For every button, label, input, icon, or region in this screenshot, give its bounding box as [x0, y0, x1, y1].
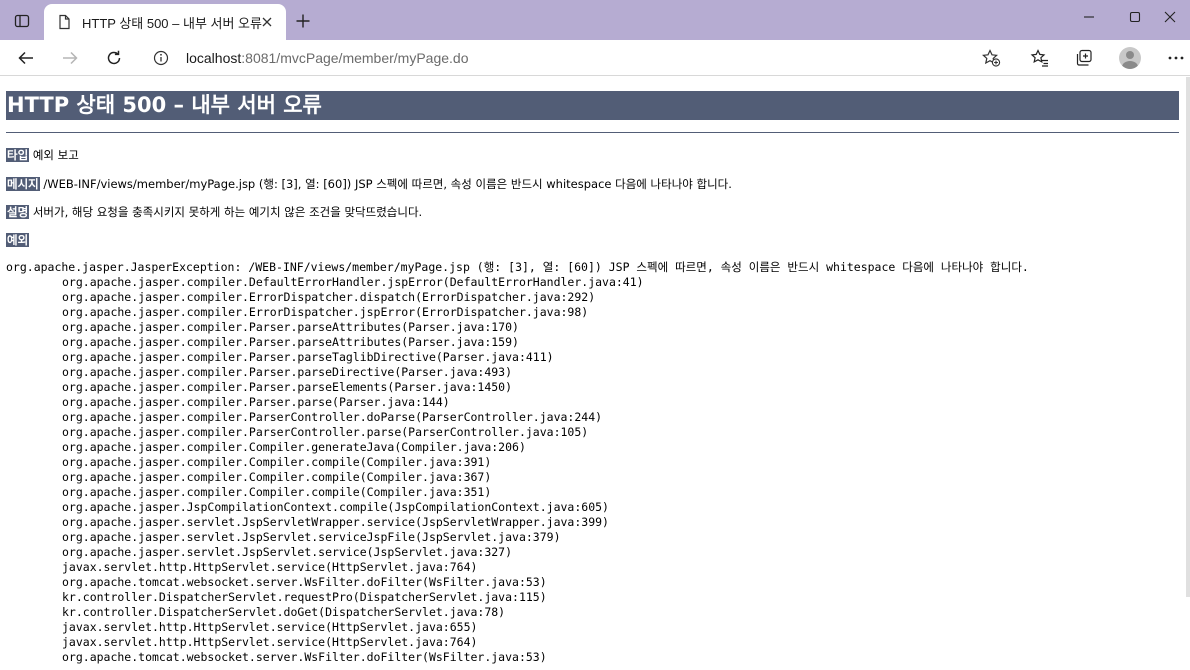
browser-toolbar: localhost:8081/mvcPage/member/myPage.do	[0, 40, 1190, 76]
trace-line: org.apache.jasper.servlet.JspServlet.ser…	[62, 530, 561, 544]
trace-line: org.apache.jasper.compiler.Parser.parse(…	[62, 395, 450, 409]
forward-arrow-icon[interactable]	[56, 44, 84, 72]
url-host: localhost	[186, 50, 242, 66]
trace-line: org.apache.jasper.JspCompilationContext.…	[62, 500, 609, 514]
trace-line: org.apache.jasper.compiler.ParserControl…	[62, 425, 589, 439]
message-label: 메시지	[6, 177, 40, 191]
tab-actions-icon[interactable]	[8, 8, 36, 34]
trace-line: javax.servlet.http.HttpServlet.service(H…	[62, 560, 478, 574]
tab-active[interactable]: HTTP 상태 500 – 내부 서버 오류	[44, 4, 286, 40]
favorites-icon[interactable]	[1026, 44, 1054, 72]
trace-line: org.apache.jasper.compiler.Parser.parseA…	[62, 335, 519, 349]
trace-line: kr.controller.DispatcherServlet.doGet(Di…	[62, 605, 506, 619]
url-path: :8081/mvcPage/member/myPage.do	[241, 50, 469, 66]
scrollbar[interactable]	[1186, 77, 1190, 597]
page-icon	[56, 14, 72, 30]
info-icon[interactable]	[152, 49, 170, 67]
stack-trace: org.apache.jasper.JasperException: /WEB-…	[6, 260, 1029, 665]
divider	[6, 132, 1179, 133]
profile-icon	[1119, 47, 1141, 69]
url-text[interactable]: localhost:8081/mvcPage/member/myPage.do	[186, 50, 469, 66]
type-label: 타입	[6, 148, 30, 162]
add-favorite-icon[interactable]	[980, 47, 1002, 69]
description-label: 설명	[6, 205, 30, 219]
error-type-row: 타입 예외 보고	[6, 147, 79, 163]
collections-icon[interactable]	[1070, 44, 1098, 72]
trace-line: org.apache.jasper.compiler.Compiler.gene…	[62, 440, 526, 454]
trace-head: org.apache.jasper.JasperException: /WEB-…	[6, 260, 1029, 274]
trace-line: javax.servlet.http.HttpServlet.service(H…	[62, 620, 478, 634]
trace-line: org.apache.jasper.compiler.ParserControl…	[62, 410, 603, 424]
message-value: /WEB-INF/views/member/myPage.jsp (행: [3]…	[43, 177, 732, 191]
trace-line: org.apache.jasper.compiler.Parser.parseA…	[62, 320, 519, 334]
trace-line: org.apache.jasper.compiler.ErrorDispatch…	[62, 305, 589, 319]
avatar[interactable]	[1116, 44, 1144, 72]
back-arrow-icon[interactable]	[12, 44, 40, 72]
new-tab-button[interactable]	[290, 8, 316, 34]
trace-line: org.apache.jasper.compiler.Parser.parseE…	[62, 380, 513, 394]
trace-line: org.apache.jasper.compiler.ErrorDispatch…	[62, 290, 596, 304]
exception-row: 예외	[6, 232, 30, 248]
refresh-icon[interactable]	[100, 44, 128, 72]
page-content: HTTP 상태 500 – 내부 서버 오류 타입 예외 보고 메시지 /WEB…	[0, 77, 1190, 670]
description-value: 서버가, 해당 요청을 충족시키지 못하게 하는 예기치 않은 조건을 맞닥뜨렸…	[32, 205, 423, 219]
trace-line: org.apache.jasper.compiler.DefaultErrorH…	[62, 275, 644, 289]
trace-line: org.apache.jasper.servlet.JspServlet.ser…	[62, 545, 513, 559]
trace-line: org.apache.tomcat.websocket.server.WsFil…	[62, 650, 547, 664]
page-title: HTTP 상태 500 – 내부 서버 오류	[6, 91, 1179, 120]
trace-line: org.apache.jasper.compiler.Compiler.comp…	[62, 470, 492, 484]
trace-line: org.apache.jasper.compiler.Parser.parseT…	[62, 350, 554, 364]
trace-line: org.apache.jasper.compiler.Compiler.comp…	[62, 485, 492, 499]
window-close-icon[interactable]	[1150, 0, 1190, 34]
tab-title: HTTP 상태 500 – 내부 서버 오류	[82, 16, 262, 31]
trace-line: org.apache.tomcat.websocket.server.WsFil…	[62, 575, 547, 589]
error-description-row: 설명 서버가, 해당 요청을 충족시키지 못하게 하는 예기치 않은 조건을 맞…	[6, 204, 422, 220]
more-options-icon[interactable]	[1162, 44, 1190, 72]
error-message-row: 메시지 /WEB-INF/views/member/myPage.jsp (행:…	[6, 176, 732, 192]
close-icon[interactable]	[258, 13, 276, 31]
minimize-icon[interactable]	[1066, 0, 1112, 34]
address-bar[interactable]: localhost:8081/mvcPage/member/myPage.do	[142, 42, 1012, 74]
trace-line: javax.servlet.http.HttpServlet.service(H…	[62, 635, 478, 649]
trace-line: org.apache.jasper.servlet.JspServletWrap…	[62, 515, 609, 529]
title-bar: HTTP 상태 500 – 내부 서버 오류	[0, 0, 1190, 40]
exception-label: 예외	[6, 233, 30, 247]
trace-line: org.apache.jasper.compiler.Compiler.comp…	[62, 455, 492, 469]
trace-line: org.apache.jasper.compiler.Parser.parseD…	[62, 365, 513, 379]
trace-line: kr.controller.DispatcherServlet.requestP…	[62, 590, 547, 604]
type-value: 예외 보고	[32, 148, 79, 162]
